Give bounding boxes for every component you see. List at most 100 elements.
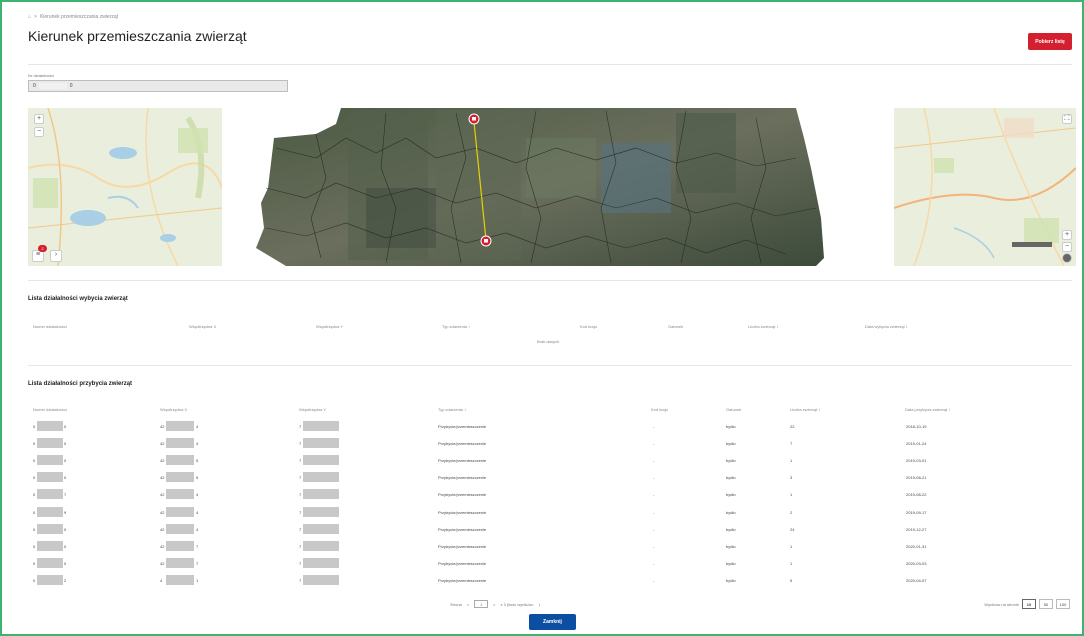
- species-cell: bydło: [726, 578, 736, 583]
- right-map[interactable]: ⛶ + −: [894, 108, 1076, 266]
- per-page-option-10[interactable]: 10: [1022, 599, 1036, 609]
- activity-number-start: 0: [33, 578, 36, 583]
- coord-x-end: 4: [196, 492, 199, 497]
- coord-y-start: 7: [299, 458, 302, 463]
- masked-coord-y: [303, 438, 339, 448]
- coord-y-start: 7: [299, 475, 302, 480]
- destination-marker[interactable]: [480, 235, 492, 247]
- event-type-cell: Przybycie/przemieszczenie: [438, 510, 487, 515]
- zoom-in-button[interactable]: +: [1062, 230, 1072, 240]
- masked-coord-y: [303, 421, 339, 431]
- per-page-option-50[interactable]: 50: [1039, 599, 1053, 609]
- col-header-event-type[interactable]: Typ zdarzenia ↕: [438, 407, 466, 412]
- coord-x-end: 4: [196, 527, 199, 532]
- activity-number-start: 0: [33, 475, 36, 480]
- col-header-species: Gatunek: [726, 407, 742, 412]
- zoom-out-button[interactable]: −: [1062, 242, 1072, 252]
- animal-count-cell: 1: [790, 561, 793, 566]
- activity-number-end: 2: [64, 578, 67, 583]
- movement-map[interactable]: [256, 108, 826, 266]
- activity-number-start: 0: [33, 492, 36, 497]
- next-page-button[interactable]: >: [493, 602, 495, 607]
- species-cell: bydło: [726, 441, 736, 446]
- coord-x-start: 42: [160, 458, 165, 463]
- event-type-cell: Przybycie/przemieszczenie: [438, 544, 487, 549]
- activity-number-end: 0: [64, 458, 67, 463]
- coord-y-start: 7: [299, 578, 302, 583]
- coord-y-start: 7: [299, 441, 302, 446]
- download-list-button[interactable]: Pobierz listę: [1028, 33, 1072, 50]
- animal-count-cell: 24: [790, 527, 795, 532]
- event-type-cell: Przybycie/przemieszczenie: [438, 475, 487, 480]
- arrival-date-cell: 2020-01-31: [906, 544, 927, 549]
- field-value-end: 0: [69, 83, 73, 89]
- masked-activity-number: [37, 507, 63, 517]
- animal-count-cell: 1: [790, 458, 793, 463]
- col-header-departure-date[interactable]: Data wybycia zwierząt ↕: [865, 324, 908, 329]
- masked-coord-x: [166, 455, 194, 465]
- coord-x-start: 42: [160, 424, 165, 429]
- arrival-date-cell: 2019-08-21: [906, 475, 927, 480]
- zoom-in-button[interactable]: +: [34, 114, 44, 124]
- layer-count-badge: 2: [38, 245, 47, 252]
- masked-activity-number: [37, 558, 63, 568]
- close-button[interactable]: Zamknij: [529, 614, 576, 630]
- col-header-animal-count[interactable]: Liczba zwierząt ↕: [748, 324, 778, 329]
- masked-coord-x: [166, 575, 194, 585]
- col-header-animal-count[interactable]: Liczba zwierząt ↕: [790, 407, 820, 412]
- coord-x-start: 42: [160, 527, 165, 532]
- col-header-activity-number: Numer działalności: [33, 324, 67, 329]
- event-type-cell: Przybycie/przemieszczenie: [438, 527, 487, 532]
- col-header-event-type[interactable]: Typ zdarzenia ↕: [442, 324, 470, 329]
- activity-number-start: 0: [33, 527, 36, 532]
- masked-activity-number: [37, 489, 63, 499]
- masked-activity-number: [37, 541, 63, 551]
- masked-coord-y: [303, 455, 339, 465]
- activity-number-start: 0: [33, 458, 36, 463]
- col-header-activity-number: Numer działalności: [33, 407, 67, 412]
- masked-coord-x: [166, 558, 194, 568]
- masked-activity-number: [37, 472, 63, 482]
- page-number-input[interactable]: 1: [474, 600, 489, 608]
- coord-x-end: 5: [196, 458, 199, 463]
- coord-x-start: 42: [160, 475, 165, 480]
- info-icon[interactable]: ›: [50, 250, 62, 262]
- animal-count-cell: 22: [790, 424, 795, 429]
- animal-count-cell: 7: [790, 441, 793, 446]
- event-type-cell: Przybycie/przemieszczenie: [438, 458, 487, 463]
- activity-number-start: 0: [33, 510, 36, 515]
- species-cell: bydło: [726, 510, 736, 515]
- fullscreen-icon[interactable]: ⛶: [1062, 114, 1072, 124]
- origin-marker[interactable]: [468, 113, 480, 125]
- animal-count-cell: 5: [790, 578, 793, 583]
- event-type-cell: Przybycie/przemieszczenie: [438, 578, 487, 583]
- animal-count-cell: 2: [790, 510, 793, 515]
- scale-bar: [1012, 242, 1052, 247]
- col-header-country-code: Kod kraju: [651, 407, 668, 412]
- arrival-date-cell: 2019-12-27: [906, 527, 927, 532]
- country-code-cell: -: [653, 544, 655, 549]
- masked-coord-y: [303, 558, 339, 568]
- per-page-option-100[interactable]: 100: [1056, 599, 1070, 609]
- masked-coord-y: [303, 541, 339, 551]
- breadcrumb-current: Kierunek przemieszczania zwierząt: [39, 14, 119, 20]
- arrival-date-cell: 2020-03-03: [906, 561, 927, 566]
- prev-page-button[interactable]: <: [467, 602, 469, 607]
- compass-icon[interactable]: [1062, 253, 1072, 263]
- left-map[interactable]: + − ≡ 2 ›: [28, 108, 222, 266]
- event-type-cell: Przybycie/przemieszczenie: [438, 424, 487, 429]
- col-header-coord-y[interactable]: Współrzędna Y: [316, 324, 343, 329]
- arrival-date-cell: 2020-04-07: [906, 578, 927, 583]
- home-icon[interactable]: ⌂: [28, 14, 31, 20]
- activity-number-end: 0: [64, 475, 67, 480]
- event-type-cell: Przybycie/przemieszczenie: [438, 441, 487, 446]
- masked-coord-x: [166, 507, 194, 517]
- coord-x-end: 7: [196, 544, 199, 549]
- breadcrumb-separator: >: [34, 14, 37, 20]
- country-code-cell: -: [653, 527, 655, 532]
- activity-number-end: 0: [64, 424, 67, 429]
- activity-number-field[interactable]: 0 0: [28, 80, 288, 92]
- col-header-arrival-date[interactable]: Data przybycia zwierząt ↕: [905, 407, 950, 412]
- zoom-out-button[interactable]: −: [34, 127, 44, 137]
- col-header-coord-x: Współrzędna X: [189, 324, 217, 329]
